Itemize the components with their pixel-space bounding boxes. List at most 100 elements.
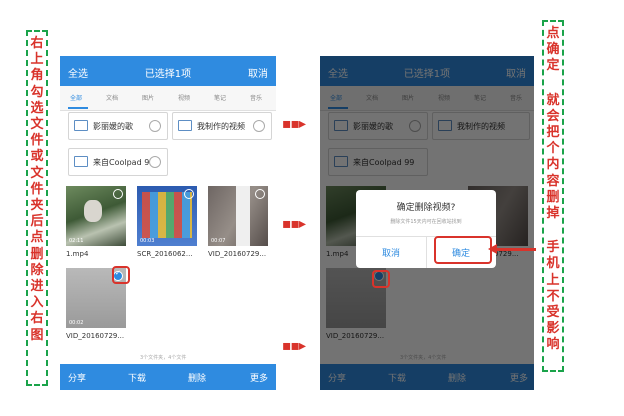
video-duration: 00:02 [69,320,84,326]
left-note-char: 件 [30,133,44,149]
right-note-top-char: 点 [546,26,560,41]
right-note-bottom-char: 上 [546,272,560,288]
select-radio[interactable] [255,189,265,199]
left-note-char: 点 [30,230,44,246]
right-note-top-char: 确 [546,42,560,58]
right-note-mid-char: 会 [546,108,560,124]
left-note-char: 文 [30,117,44,133]
folder-name: 我制作的视频 [197,122,245,131]
tab-music[interactable]: 音乐 [250,93,262,102]
right-note-bottom-char: 响 [546,337,560,353]
highlight-box [372,270,390,288]
folder-icon [178,120,192,131]
app-icons-grid [142,192,192,238]
left-note-char: 入 [30,295,44,311]
left-note-char: 删 [30,246,44,262]
pointer-arrowhead [488,244,497,254]
tab-videos[interactable]: 视频 [178,93,190,102]
right-annotation-top: 点确定 [544,26,562,75]
right-note-bottom-char: 影 [546,321,560,337]
file-name: VID_20160729... [66,332,125,340]
left-note-char: 角 [30,68,44,84]
left-note-char: 后 [30,214,44,230]
right-note-bottom-char: 受 [546,305,560,321]
file-name: SCR_2016062... [137,250,193,258]
right-note-mid-char: 就 [546,92,560,108]
right-note-bottom-char: 不 [546,288,560,304]
left-note-char: 件 [30,181,44,197]
select-radio[interactable] [184,189,194,199]
right-note-bottom-char: 手 [546,240,560,256]
video-duration: 02:11 [69,238,84,244]
arrow-indicator: ▪▪▸ [282,116,306,132]
category-tabs: 全部 文档 图片 视频 笔记 音乐 [60,86,276,111]
thumbnail-detail [236,186,250,246]
right-phone-screen: 全选 已选择1项 取消 全部 文档 图片 视频 笔记 音乐 影丽媛的歌 我制作的… [320,56,534,390]
right-annotation-bottom: 手机上不受影响 [544,240,562,353]
folder-name: 来自Coolpad 99 [93,158,155,167]
pointer-arrow [496,248,536,251]
highlight-box [434,236,492,264]
video-thumbnail[interactable]: 02:11 [66,186,126,246]
left-annotation: 右上角勾选文件或文件夹后点删除进入右图 [26,30,48,386]
file-name: 1.mp4 [66,250,89,258]
right-note-bottom-char: 机 [546,256,560,272]
right-note-mid-char: 个 [546,141,560,157]
select-radio[interactable] [113,189,123,199]
left-note-char: 右 [30,36,44,51]
select-radio[interactable] [253,120,265,132]
arrow-indicator: ▪▪▸ [282,338,306,354]
right-note-top-char: 定 [546,58,560,74]
left-note-char: 夹 [30,198,44,214]
right-note-mid-char: 把 [546,125,560,141]
select-radio[interactable] [149,120,161,132]
dialog-title: 确定删除视频? [396,203,456,213]
highlight-box [112,266,130,284]
dialog-message: 删除文件15天内可在回收站找到 [390,219,462,225]
folder-item[interactable]: 影丽媛的歌 [68,112,168,140]
dialog-cancel-button[interactable]: 取消 [356,246,426,259]
arrow-indicator: ▪▪▸ [282,216,306,232]
right-note-mid-char: 内 [546,157,560,173]
left-note-char: 上 [30,52,44,68]
tab-all[interactable]: 全部 [70,93,82,102]
left-note-char: 文 [30,165,44,181]
cancel-button[interactable]: 取消 [248,65,268,80]
left-phone-screen: 全选 已选择1项 取消 全部 文档 图片 视频 笔记 音乐 影丽媛的歌 我制作的… [60,56,276,390]
video-thumbnail[interactable]: 00:07 [208,186,268,246]
right-note-mid-char: 容 [546,173,560,189]
folder-item[interactable]: 我制作的视频 [172,112,272,140]
folder-name: 影丽媛的歌 [93,122,133,131]
left-note-char: 或 [30,149,44,165]
top-bar: 全选 已选择1项 取消 [60,56,276,86]
video-duration: 00:07 [211,238,226,244]
share-button[interactable]: 分享 [68,371,86,384]
video-thumbnail[interactable]: 00:03 [137,186,197,246]
left-note-char: 选 [30,100,44,116]
selection-title: 已选择1项 [144,69,192,80]
select-radio[interactable] [149,156,161,168]
right-note-mid-char: 掉 [546,206,560,222]
more-button[interactable]: 更多 [250,371,268,384]
bottom-action-bar: 分享 下载 删除 更多 [60,364,276,390]
file-name: VID_20160729... [208,250,267,258]
left-note-char: 图 [30,327,44,343]
active-tab-indicator [68,107,88,109]
right-note-mid-char: 删 [546,189,560,205]
left-note-char: 除 [30,262,44,278]
thumbnail-detail [84,200,102,222]
left-note-char: 右 [30,311,44,327]
left-note-char: 进 [30,279,44,295]
folder-icon [74,156,88,167]
left-annotation-text: 右上角勾选文件或文件夹后点删除进入右图 [28,36,46,344]
download-button[interactable]: 下载 [128,371,146,384]
left-note-char: 勾 [30,84,44,100]
delete-button[interactable]: 删除 [188,371,206,384]
tab-images[interactable]: 图片 [142,93,154,102]
folder-icon [74,120,88,131]
tab-notes[interactable]: 笔记 [214,93,226,102]
folder-item[interactable]: 来自Coolpad 99 [68,148,168,176]
tab-docs[interactable]: 文档 [106,93,118,102]
video-duration: 00:03 [140,238,155,244]
item-count: 3个文件夹，4个文件 [140,355,187,361]
